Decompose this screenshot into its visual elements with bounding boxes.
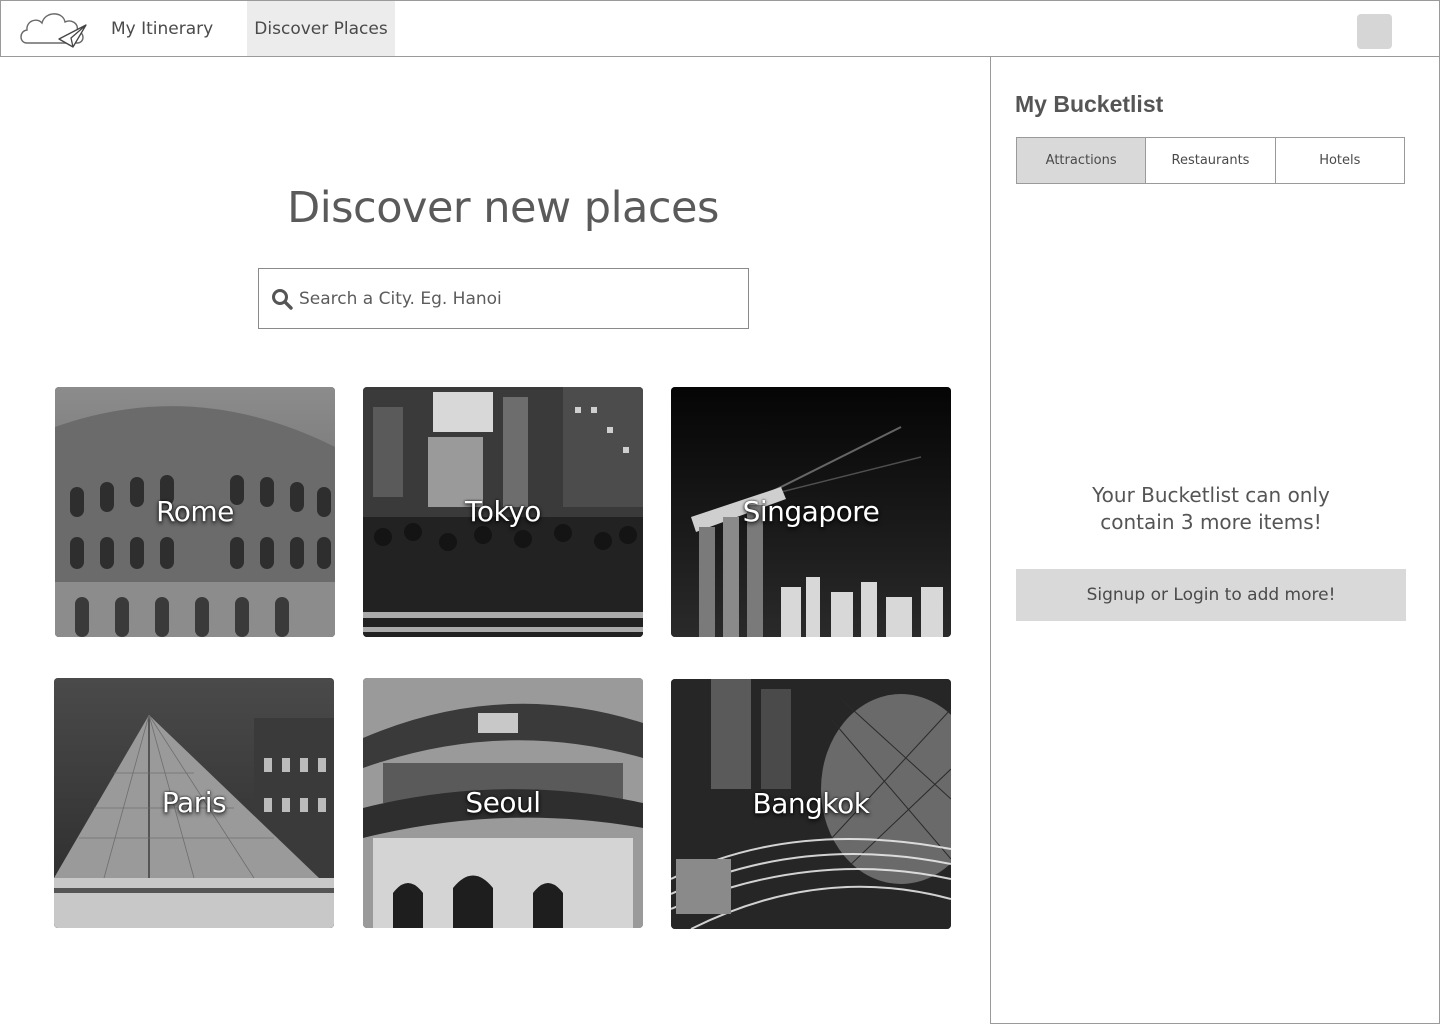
city-name: Bangkok xyxy=(752,787,870,820)
city-card-tokyo[interactable]: Tokyo xyxy=(363,387,643,637)
city-card-rome[interactable]: Rome xyxy=(55,387,335,637)
bucketlist-title: My Bucketlist xyxy=(1015,91,1164,117)
city-card-paris[interactable]: Paris xyxy=(54,678,334,928)
city-card-bangkok[interactable]: Bangkok xyxy=(671,679,951,929)
search-icon xyxy=(272,289,293,310)
nav-my-itinerary[interactable]: My Itinerary xyxy=(99,1,225,56)
limit-message-line1: Your Bucketlist can only xyxy=(1092,483,1330,507)
city-name: Tokyo xyxy=(465,495,541,528)
limit-message-line2: contain 3 more items! xyxy=(1100,510,1322,534)
bucketlist-limit-message: Your Bucketlist can only contain 3 more … xyxy=(1016,482,1406,536)
cloud-paper-plane-icon[interactable] xyxy=(19,7,89,51)
signup-login-button[interactable]: Signup or Login to add more! xyxy=(1016,569,1406,621)
city-name: Seoul xyxy=(465,786,541,819)
search-input[interactable] xyxy=(299,269,739,328)
tab-restaurants[interactable]: Restaurants xyxy=(1146,138,1276,183)
top-navigation-bar: My Itinerary Discover Places xyxy=(0,0,1440,57)
bucketlist-sidebar: My Bucketlist Attractions Restaurants Ho… xyxy=(990,56,1440,1024)
city-name: Singapore xyxy=(742,495,880,528)
tab-attractions[interactable]: Attractions xyxy=(1017,138,1147,183)
page-title: Discover new places xyxy=(287,183,719,233)
discover-main-area: Discover new places Search a City. Eg. H… xyxy=(0,57,990,1024)
city-name: Rome xyxy=(156,495,234,528)
nav-discover-places[interactable]: Discover Places xyxy=(247,1,395,56)
city-card-singapore[interactable]: Singapore xyxy=(671,387,951,637)
tab-hotels[interactable]: Hotels xyxy=(1276,138,1404,183)
search-box[interactable] xyxy=(258,268,749,329)
bucketlist-tabs: Attractions Restaurants Hotels xyxy=(1016,137,1405,184)
city-name: Paris xyxy=(161,786,227,819)
city-card-seoul[interactable]: Seoul xyxy=(363,678,643,928)
avatar[interactable] xyxy=(1357,14,1392,49)
